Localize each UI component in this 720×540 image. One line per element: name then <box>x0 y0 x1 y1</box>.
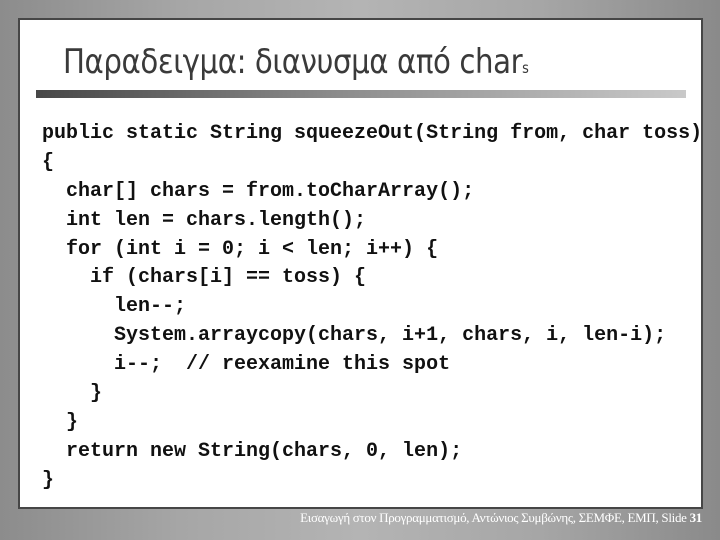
code-line: len--; <box>42 295 187 319</box>
code-line: public static String squeezeOut(String f… <box>42 122 703 145</box>
code-line: return new String(chars, 0, len); <box>42 439 463 463</box>
slide-title: Παραδειγμα: διανυσμα από chars <box>63 42 529 88</box>
footer-text: Εισαγωγή στον Προγραμματισμό, Αντώνιος Σ… <box>300 510 690 525</box>
code-line: } <box>42 382 103 406</box>
slide-title-text: Παραδειγμα: διανυσμα από char <box>63 42 523 82</box>
code-line: for (int i = 0; i < len; i++) { <box>42 237 439 261</box>
slide-number: 31 <box>689 510 703 525</box>
code-line: System.arraycopy(chars, i+1, chars, i, l… <box>42 324 667 348</box>
slide-footer: Εισαγωγή στον Προγραμματισμό, Αντώνιος Σ… <box>300 510 702 526</box>
code-line: if (chars[i] == toss) { <box>42 266 367 290</box>
code-line: } <box>42 468 55 492</box>
title-underline-bar <box>36 90 686 98</box>
code-line: i--; // reexamine this spot <box>42 353 451 377</box>
code-line: int len = chars.length(); <box>42 208 367 232</box>
code-line: } <box>42 410 79 434</box>
code-block: public static String squeezeOut(String f… <box>42 120 702 496</box>
slide-title-suffix: s <box>522 59 529 77</box>
code-line: char[] chars = from.toCharArray(); <box>42 179 475 203</box>
code-line: { <box>42 150 55 174</box>
slide: Παραδειγμα: διανυσμα από chars public st… <box>18 18 703 509</box>
